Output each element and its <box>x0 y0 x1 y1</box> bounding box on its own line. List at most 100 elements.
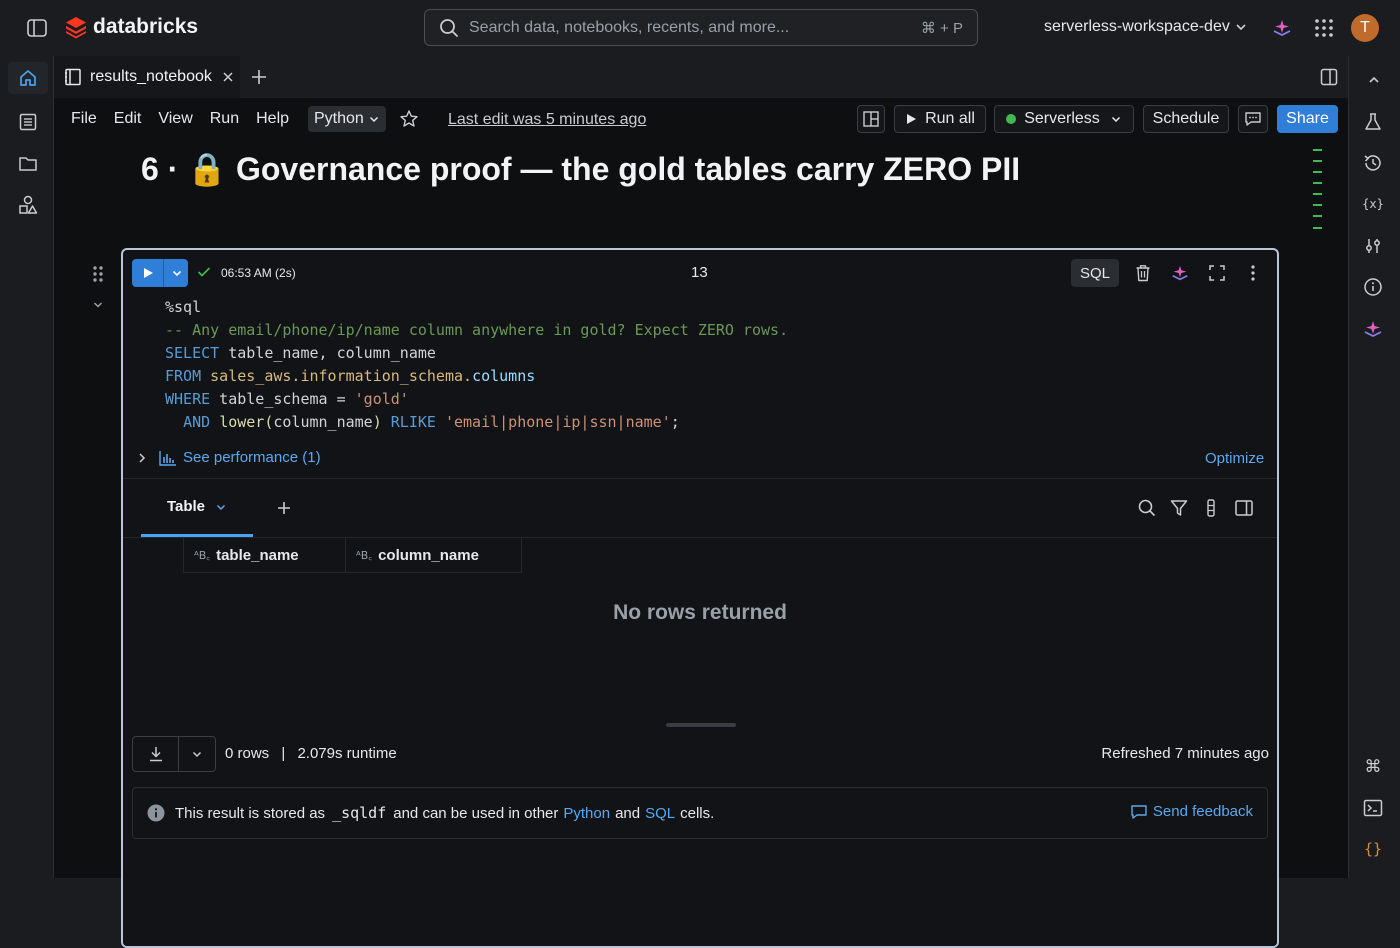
folder-icon[interactable] <box>17 153 39 175</box>
environment-sliders-icon[interactable] <box>1361 234 1385 258</box>
tab-table[interactable]: Table <box>141 479 253 537</box>
code-line-2[interactable]: -- Any email/phone/ip/name column anywhe… <box>165 321 788 339</box>
optimize-link[interactable]: Optimize <box>1205 450 1264 467</box>
databricks-logo-icon <box>66 17 86 39</box>
shapes-catalog-icon[interactable] <box>17 194 39 216</box>
variables-icon[interactable]: {x} <box>1361 192 1385 216</box>
python-link[interactable]: Python <box>563 805 610 822</box>
assistant-icon[interactable] <box>1270 16 1294 40</box>
compute-selector[interactable]: Serverless <box>994 105 1134 133</box>
tab-results-notebook[interactable]: results_notebook <box>54 56 240 98</box>
menu-edit[interactable]: Edit <box>114 110 142 128</box>
section-title: Governance proof — the gold tables carry… <box>235 151 1021 187</box>
braces-icon[interactable]: {} <box>1361 837 1385 861</box>
new-tab-plus-icon[interactable] <box>248 66 270 88</box>
split-view-icon[interactable] <box>1318 67 1340 87</box>
keyboard-shortcuts-icon[interactable]: ⌘ <box>1361 754 1385 778</box>
code-line-6[interactable]: AND lower(column_name) RLIKE 'email|phon… <box>165 413 680 431</box>
schedule-button[interactable]: Schedule <box>1143 105 1229 133</box>
code-cell[interactable]: 06:53 AM (2s) 13 SQL %sql -- Any email/p… <box>121 248 1279 948</box>
minimap[interactable] <box>1312 148 1324 234</box>
info-text-suffix: cells. <box>680 804 715 822</box>
code-line-3[interactable]: SELECT table_name, column_name <box>165 344 436 362</box>
last-edit-link[interactable]: Last edit was 5 minutes ago <box>448 111 646 129</box>
empty-results-message: No rows returned <box>613 601 787 624</box>
sidebar-toggle-icon[interactable] <box>26 18 48 38</box>
result-stats: 0 rows | 2.079s runtime <box>225 745 397 762</box>
global-search[interactable]: Search data, notebooks, recents, and mor… <box>424 9 978 46</box>
chevron-down-icon <box>369 116 378 123</box>
menu-run[interactable]: Run <box>210 110 239 128</box>
cell-run-time: 06:53 AM (2s) <box>221 266 296 280</box>
databricks-logo[interactable]: databricks <box>64 15 198 39</box>
collapse-up-icon[interactable] <box>1362 70 1386 90</box>
code-line-4[interactable]: FROM sales_aws.information_schema.column… <box>165 367 535 385</box>
left-rail <box>0 56 54 878</box>
info-text-and: and <box>615 804 641 822</box>
home-icon[interactable] <box>8 62 48 94</box>
language-selector[interactable]: Python <box>308 106 386 132</box>
run-cell-button[interactable] <box>132 259 188 287</box>
assistant-panel-icon[interactable] <box>1361 317 1385 341</box>
assistant-icon[interactable] <box>1169 263 1191 283</box>
terminal-icon[interactable] <box>1361 796 1385 820</box>
download-button[interactable] <box>132 736 216 772</box>
send-feedback-link[interactable]: Send feedback <box>1130 803 1253 820</box>
avatar[interactable]: T <box>1351 14 1379 42</box>
add-visualization-plus-icon[interactable] <box>275 499 293 517</box>
search-shortcut: ⌘ + P <box>920 19 963 37</box>
menu-view[interactable]: View <box>158 110 192 128</box>
experiments-flask-icon[interactable] <box>1361 110 1385 134</box>
side-panel-icon[interactable] <box>1233 498 1255 518</box>
run-all-button[interactable]: Run all <box>894 105 986 133</box>
apps-grid-icon[interactable] <box>1312 16 1336 40</box>
comments-button[interactable] <box>1238 105 1268 133</box>
section-number: 6 · <box>141 151 179 187</box>
layout-toggle-button[interactable] <box>857 105 885 133</box>
brand-name: databricks <box>93 15 199 38</box>
chevron-down-icon <box>1236 24 1246 31</box>
code-line-5[interactable]: WHERE table_schema = 'gold' <box>165 390 409 408</box>
fullscreen-expand-icon[interactable] <box>1207 263 1227 283</box>
results-tab-label: Table <box>166 498 206 515</box>
chevron-down-icon <box>1111 116 1120 123</box>
notebook-toc-icon[interactable] <box>17 111 39 133</box>
history-icon[interactable] <box>1361 151 1385 175</box>
close-icon[interactable] <box>222 71 234 83</box>
menu-file[interactable]: File <box>71 110 97 128</box>
info-text-mid: and can be used in other <box>393 804 559 822</box>
code-line-1[interactable]: %sql <box>165 298 201 316</box>
share-label: Share <box>1286 110 1329 127</box>
more-options-icon[interactable] <box>1245 263 1261 283</box>
column-header[interactable]: ᴬB꜀ table_name <box>183 538 346 573</box>
search-icon[interactable] <box>1137 498 1157 518</box>
cell-language-badge[interactable]: SQL <box>1071 259 1119 287</box>
svg-text:{x}: {x} <box>1362 197 1384 211</box>
collapse-cell-icon[interactable] <box>90 297 106 313</box>
delete-trash-icon[interactable] <box>1133 263 1153 283</box>
info-icon[interactable] <box>1361 275 1385 299</box>
column-header[interactable]: ᴬB꜀ column_name <box>346 538 522 573</box>
column-name-label: column_name <box>378 546 479 564</box>
info-text-prefix: This result is stored as <box>175 804 326 822</box>
menu-help[interactable]: Help <box>256 110 289 128</box>
resize-handle[interactable] <box>666 723 736 727</box>
stats-separator: | <box>281 745 286 762</box>
star-favorite-icon[interactable] <box>398 108 420 130</box>
language-label: Python <box>314 110 364 127</box>
share-button[interactable]: Share <box>1277 105 1338 133</box>
column-settings-icon[interactable] <box>1203 498 1219 518</box>
drag-handle-icon[interactable] <box>90 264 106 284</box>
string-type-icon: ᴬB꜀ <box>194 548 211 562</box>
top-bar: databricks Search data, notebooks, recen… <box>0 0 1400 56</box>
feedback-comment-icon <box>1131 804 1147 819</box>
info-icon <box>147 804 165 822</box>
workspace-switcher[interactable]: serverless-workspace-dev <box>1044 18 1248 36</box>
sql-link[interactable]: SQL <box>645 805 675 822</box>
table-header-row: ᴬB꜀ table_name ᴬB꜀ column_name <box>123 537 1277 573</box>
column-name-label: table_name <box>216 546 299 564</box>
refreshed-time: Refreshed 7 minutes ago <box>1101 745 1269 762</box>
string-type-icon: ᴬB꜀ <box>356 548 373 562</box>
see-performance-toggle[interactable]: See performance (1) <box>137 449 321 466</box>
filter-icon[interactable] <box>1169 498 1189 518</box>
